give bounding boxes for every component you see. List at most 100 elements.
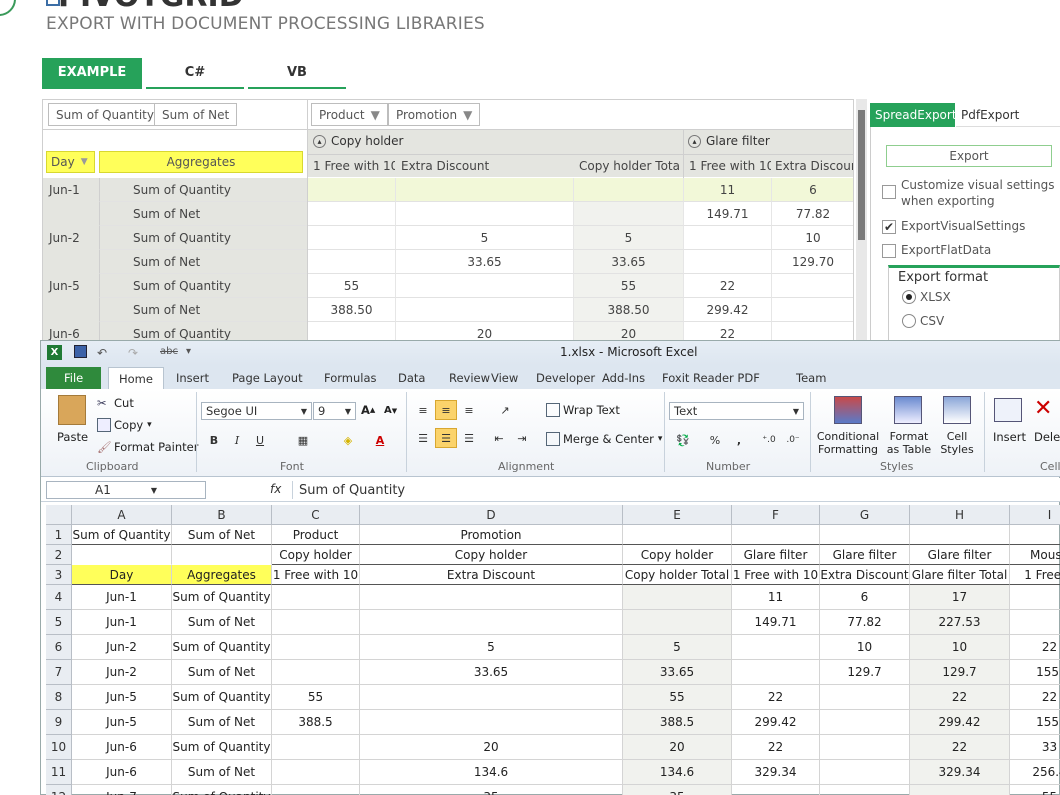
cell[interactable]: Sum of Quantity <box>172 585 272 610</box>
ribbon-tab-insert[interactable]: Insert <box>166 367 219 389</box>
italic-button[interactable]: I <box>226 430 248 450</box>
cell[interactable] <box>272 785 360 795</box>
cell[interactable]: Sum of Quantity <box>172 635 272 660</box>
cell[interactable] <box>360 585 623 610</box>
cell[interactable]: 227.53 <box>910 610 1010 635</box>
cell[interactable]: Jun-6 <box>72 735 172 760</box>
column-header-a[interactable]: A <box>72 505 172 525</box>
format-table-icon[interactable] <box>894 396 922 424</box>
cell[interactable]: Sum of Quantity <box>172 685 272 710</box>
cell[interactable]: Sum of Net <box>172 610 272 635</box>
cell[interactable] <box>732 525 820 545</box>
excel-app-icon[interactable]: X <box>47 345 62 360</box>
select-all-corner[interactable] <box>46 505 72 525</box>
ribbon-tab-foxit-reader-pdf[interactable]: Foxit Reader PDF <box>652 367 770 389</box>
cell[interactable]: 129.7 <box>820 660 910 685</box>
cell[interactable] <box>820 735 910 760</box>
cell[interactable] <box>1010 525 1060 545</box>
cell[interactable]: 77.82 <box>820 610 910 635</box>
cell[interactable]: 55 <box>623 685 732 710</box>
column-header-d[interactable]: D <box>360 505 623 525</box>
cell[interactable]: 22 <box>910 685 1010 710</box>
delete-button[interactable]: Delete <box>1034 430 1060 444</box>
cell[interactable] <box>820 685 910 710</box>
column-header-g[interactable]: G <box>820 505 910 525</box>
format-as-table-button[interactable]: Format as Table <box>882 430 936 456</box>
insert-cells-icon[interactable] <box>994 398 1022 422</box>
cell[interactable]: 1 Free with 10 <box>732 565 820 585</box>
cell[interactable]: 20 <box>360 735 623 760</box>
cell[interactable] <box>820 710 910 735</box>
cell[interactable]: 22 <box>732 685 820 710</box>
cell[interactable]: Jun-7 <box>72 785 172 795</box>
tab-csharp[interactable]: C# <box>146 58 244 89</box>
group-copy-holder[interactable]: ▴ Copy holder <box>313 134 403 148</box>
font-size-select[interactable]: 9 ▼ <box>313 402 356 420</box>
cell[interactable]: 20 <box>623 735 732 760</box>
cell[interactable]: Jun-5 <box>72 685 172 710</box>
name-box[interactable]: A1 ▼ <box>46 481 206 499</box>
cell[interactable]: Glare filter <box>910 545 1010 565</box>
number-format-select[interactable]: Text ▼ <box>669 402 804 420</box>
cell[interactable] <box>910 785 1010 795</box>
cell[interactable]: 22 <box>910 735 1010 760</box>
filter-chip-sum-net[interactable]: Sum of Net <box>154 103 238 126</box>
cell[interactable]: Jun-6 <box>72 760 172 785</box>
cell[interactable] <box>820 785 910 795</box>
ribbon-tab-view[interactable]: View <box>481 367 528 389</box>
cell[interactable]: Jun-1 <box>72 585 172 610</box>
cell[interactable]: Copy holder <box>623 545 732 565</box>
cell[interactable] <box>1010 610 1060 635</box>
cell[interactable] <box>172 545 272 565</box>
merge-center-button[interactable]: Merge & Center ▾ <box>546 432 662 446</box>
cell[interactable]: Copy holder Total <box>623 565 732 585</box>
filter-chip-sum-quantity[interactable]: Sum of Quantity <box>48 103 162 126</box>
cell[interactable]: 329.34 <box>910 760 1010 785</box>
fill-color-icon[interactable]: ◈ <box>337 430 359 450</box>
cell[interactable] <box>820 760 910 785</box>
cell[interactable] <box>360 685 623 710</box>
column-header-b[interactable]: B <box>172 505 272 525</box>
orientation-icon[interactable]: ↗ <box>494 400 516 420</box>
cell[interactable]: 22 <box>732 735 820 760</box>
cell[interactable]: Sum of Quantity <box>172 785 272 795</box>
borders-icon[interactable]: ▦ <box>292 430 314 450</box>
cell[interactable]: 155. <box>1010 660 1060 685</box>
cell[interactable]: Promotion <box>360 525 623 545</box>
formula-input[interactable]: Sum of Quantity <box>292 481 1060 499</box>
cell[interactable] <box>360 710 623 735</box>
font-color-icon[interactable]: A <box>369 430 391 450</box>
undo-icon[interactable]: ↶ <box>97 346 107 360</box>
cell[interactable]: 299.42 <box>732 710 820 735</box>
cell[interactable]: 22 <box>1010 685 1060 710</box>
cell[interactable]: Sum of Net <box>172 710 272 735</box>
column-header-f[interactable]: F <box>732 505 820 525</box>
cell[interactable]: 155. <box>1010 710 1060 735</box>
cell[interactable]: 5 <box>360 635 623 660</box>
currency-icon[interactable]: 💱 <box>672 430 694 450</box>
underline-button[interactable]: U <box>249 430 271 450</box>
cell[interactable]: 256.4 <box>1010 760 1060 785</box>
insert-button[interactable]: Insert <box>993 430 1026 444</box>
customize-toolbar-icon[interactable]: ▾ <box>186 346 191 357</box>
group-glare-filter[interactable]: ▴ Glare filter <box>688 134 770 148</box>
cell[interactable]: 6 <box>820 585 910 610</box>
cell[interactable] <box>272 585 360 610</box>
cell-styles-button[interactable]: Cell Styles <box>937 430 977 456</box>
wrap-text-button[interactable]: Wrap Text <box>546 403 620 417</box>
cell[interactable] <box>910 525 1010 545</box>
cell[interactable]: 329.34 <box>732 760 820 785</box>
export-button[interactable]: Export <box>886 145 1052 167</box>
comma-button[interactable]: , <box>728 430 750 450</box>
cell[interactable]: Sum of Net <box>172 660 272 685</box>
cell[interactable]: Day <box>72 565 172 585</box>
cell[interactable]: Jun-2 <box>72 635 172 660</box>
decrease-indent-icon[interactable]: ⇤ <box>488 428 510 448</box>
cell[interactable]: 134.6 <box>360 760 623 785</box>
tab-pdfexport[interactable]: PdfExport <box>956 103 1060 127</box>
cell[interactable]: Sum of Net <box>172 525 272 545</box>
cell-styles-icon[interactable] <box>943 396 971 424</box>
cell[interactable] <box>272 660 360 685</box>
cell[interactable]: 1 Free with 10 <box>272 565 360 585</box>
cell[interactable]: 134.6 <box>623 760 732 785</box>
